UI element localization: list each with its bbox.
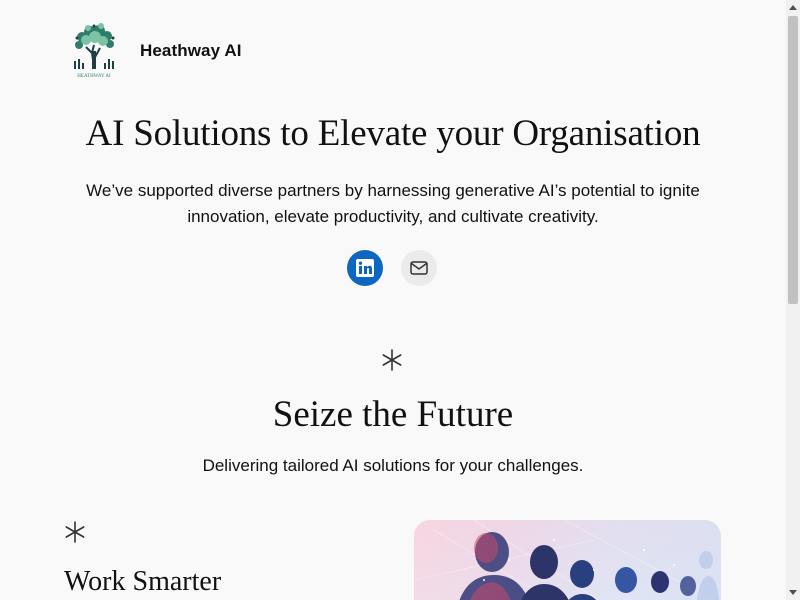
mail-button[interactable]: [401, 250, 437, 286]
scroll-thumb[interactable]: [788, 16, 798, 304]
linkedin-button[interactable]: [347, 250, 383, 286]
vertical-scrollbar[interactable]: [786, 0, 800, 600]
linkedin-icon: [356, 259, 374, 277]
team-silhouettes-image: [414, 520, 721, 600]
scroll-down-arrow-icon[interactable]: [786, 586, 800, 600]
site-title[interactable]: Heathway AI: [140, 41, 242, 61]
logo-text: HEATHWAY AI: [77, 74, 111, 79]
mail-icon: [410, 261, 428, 275]
logo-link[interactable]: HEATHWAY AI: [70, 23, 118, 79]
hero-text: We’ve supported diverse partners by harn…: [86, 181, 700, 226]
feature-title: Work Smarter: [64, 566, 222, 597]
section-subtitle: Delivering tailored AI solutions for you…: [202, 456, 584, 475]
section-title: Seize the Future: [272, 394, 514, 435]
site-header: HEATHWAY AI Heathway AI: [70, 22, 242, 80]
asterisk-divider-icon: [382, 349, 402, 371]
page: HEATHWAY AI Heathway AI AI Solutions to …: [0, 0, 786, 600]
social-links: [347, 250, 437, 286]
tree-logo-icon: HEATHWAY AI: [74, 23, 115, 79]
asterisk-feature-icon: [65, 521, 85, 543]
scroll-up-arrow-icon[interactable]: [786, 0, 800, 14]
hero-title: AI Solutions to Elevate your Organisatio…: [85, 113, 701, 154]
